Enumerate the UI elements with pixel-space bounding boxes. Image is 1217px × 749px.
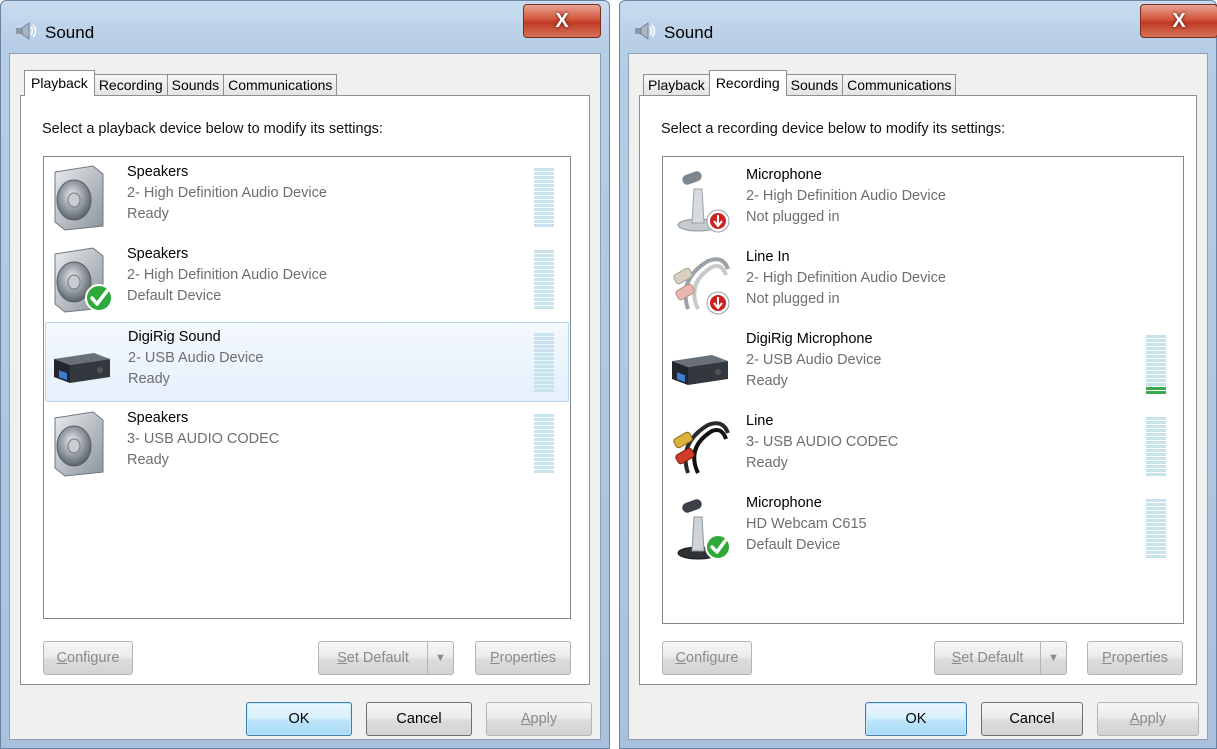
close-icon: X (555, 9, 569, 32)
device-description: 3- USB AUDIO CODEC (127, 431, 280, 447)
level-meter (534, 333, 554, 393)
ok-button[interactable]: OK (246, 702, 352, 736)
device-description: 2- USB Audio Device (128, 350, 264, 366)
rca-cable-icon (673, 421, 730, 474)
device-name: Speakers (127, 246, 189, 262)
instruction-text: Select a recording device below to modif… (661, 121, 1006, 137)
level-meter (534, 414, 554, 474)
unplugged-badge-icon (706, 291, 730, 315)
tab-communications[interactable]: Communications (842, 74, 957, 96)
tab-sounds[interactable]: Sounds (785, 74, 844, 96)
window-title: Sound (45, 23, 95, 42)
device-list[interactable]: Speakers 2- High Definition Audio Device… (43, 156, 571, 619)
device-status: Ready (127, 452, 169, 468)
device-name: Speakers (127, 410, 189, 426)
device-status: Ready (128, 371, 170, 387)
usb-audio-device-icon (672, 355, 728, 385)
device-description: 2- USB Audio Device (746, 352, 882, 368)
device-description: 3- USB AUDIO CODEC (746, 434, 899, 450)
close-icon: X (1172, 9, 1186, 32)
device-description: 2- High Definition Audio Device (746, 188, 946, 204)
device-item[interactable]: Microphone HD Webcam C615 Default Device (664, 489, 1182, 569)
device-status: Default Device (127, 288, 222, 304)
level-meter (534, 168, 554, 228)
tab-recording[interactable]: Recording (93, 74, 168, 96)
unplugged-badge-icon (706, 209, 730, 233)
tab-playback[interactable]: Playback (643, 74, 710, 96)
dialog-client-area: Playback Recording Sounds Communications… (9, 53, 601, 740)
device-item[interactable]: Speakers 2- High Definition Audio Device… (45, 158, 569, 238)
tab-strip: Playback Recording Sounds Communications (643, 70, 957, 96)
device-description: 2- High Definition Audio Device (746, 270, 946, 286)
device-name: Microphone (746, 495, 822, 511)
device-name: Speakers (127, 164, 189, 180)
set-default-button[interactable]: Set Default ▼ (934, 641, 1067, 675)
device-name: DigiRig Microphone (746, 331, 873, 347)
device-item[interactable]: Speakers 2- High Definition Audio Device… (45, 240, 569, 320)
rca-cable-icon (673, 257, 730, 315)
tab-strip: Playback Recording Sounds Communications (24, 70, 338, 96)
device-item[interactable]: Line 3- USB AUDIO CODEC Ready (664, 407, 1182, 487)
speaker-icon (54, 411, 104, 477)
chevron-down-icon[interactable]: ▼ (1040, 642, 1066, 674)
recording-tab-panel: Select a recording device below to modif… (639, 95, 1197, 685)
device-status: Not plugged in (746, 291, 840, 307)
cancel-button[interactable]: Cancel (981, 702, 1083, 736)
speaker-icon (54, 165, 104, 231)
sound-dialog-playback: Sound X Playback Recording Sounds Commun… (0, 0, 610, 749)
usb-audio-device-icon (54, 353, 110, 383)
device-item[interactable]: DigiRig Microphone 2- USB Audio Device R… (664, 325, 1182, 405)
device-list[interactable]: Microphone 2- High Definition Audio Devi… (662, 156, 1184, 624)
device-name: DigiRig Sound (128, 329, 221, 345)
set-default-button[interactable]: Set Default ▼ (318, 641, 454, 675)
apply-button[interactable]: Apply (1097, 702, 1199, 736)
level-meter (534, 250, 554, 310)
tab-sounds[interactable]: Sounds (166, 74, 225, 96)
chevron-down-icon[interactable]: ▼ (427, 642, 453, 674)
level-meter-active (1146, 335, 1166, 395)
device-description: HD Webcam C615 (746, 516, 867, 532)
window-title: Sound (664, 23, 714, 42)
microphone-icon (677, 171, 730, 233)
device-name: Line In (746, 249, 790, 265)
device-name: Microphone (746, 167, 822, 183)
device-status: Not plugged in (746, 209, 840, 225)
tab-playback[interactable]: Playback (24, 70, 95, 96)
sound-dialog-recording: Sound X Playback Recording Sounds Commun… (619, 0, 1217, 749)
ok-button[interactable]: OK (865, 702, 967, 736)
default-check-icon (705, 534, 731, 560)
device-name: Line (746, 413, 774, 429)
properties-button[interactable]: Properties (475, 641, 571, 675)
device-item[interactable]: Speakers 3- USB AUDIO CODEC Ready (45, 404, 569, 484)
default-check-icon (85, 284, 113, 312)
device-status: Ready (746, 455, 788, 471)
level-meter (1146, 499, 1166, 559)
cancel-button[interactable]: Cancel (366, 702, 472, 736)
tab-recording[interactable]: Recording (708, 70, 787, 96)
device-description: 2- High Definition Audio Device (127, 185, 327, 201)
dialog-client-area: Playback Recording Sounds Communications… (628, 53, 1208, 740)
device-description: 2- High Definition Audio Device (127, 267, 327, 283)
speaker-title-icon (635, 22, 656, 40)
device-status: Ready (746, 373, 788, 389)
configure-button[interactable]: Configure (662, 641, 752, 675)
device-item[interactable]: Line In 2- High Definition Audio Device … (664, 243, 1182, 323)
instruction-text: Select a playback device below to modify… (42, 121, 383, 137)
playback-tab-panel: Select a playback device below to modify… (20, 95, 590, 685)
close-button[interactable]: X (523, 4, 601, 38)
close-button[interactable]: X (1140, 4, 1217, 38)
microphone-icon (677, 499, 731, 560)
device-item[interactable]: Microphone 2- High Definition Audio Devi… (664, 161, 1182, 241)
properties-button[interactable]: Properties (1087, 641, 1183, 675)
device-status: Ready (127, 206, 169, 222)
device-item-selected[interactable]: DigiRig Sound 2- USB Audio Device Ready (45, 322, 569, 402)
apply-button[interactable]: Apply (486, 702, 592, 736)
speaker-title-icon (16, 22, 37, 40)
device-status: Default Device (746, 537, 841, 553)
configure-button[interactable]: Configure (43, 641, 133, 675)
level-meter (1146, 417, 1166, 477)
tab-communications[interactable]: Communications (223, 74, 338, 96)
speaker-icon (54, 247, 113, 313)
